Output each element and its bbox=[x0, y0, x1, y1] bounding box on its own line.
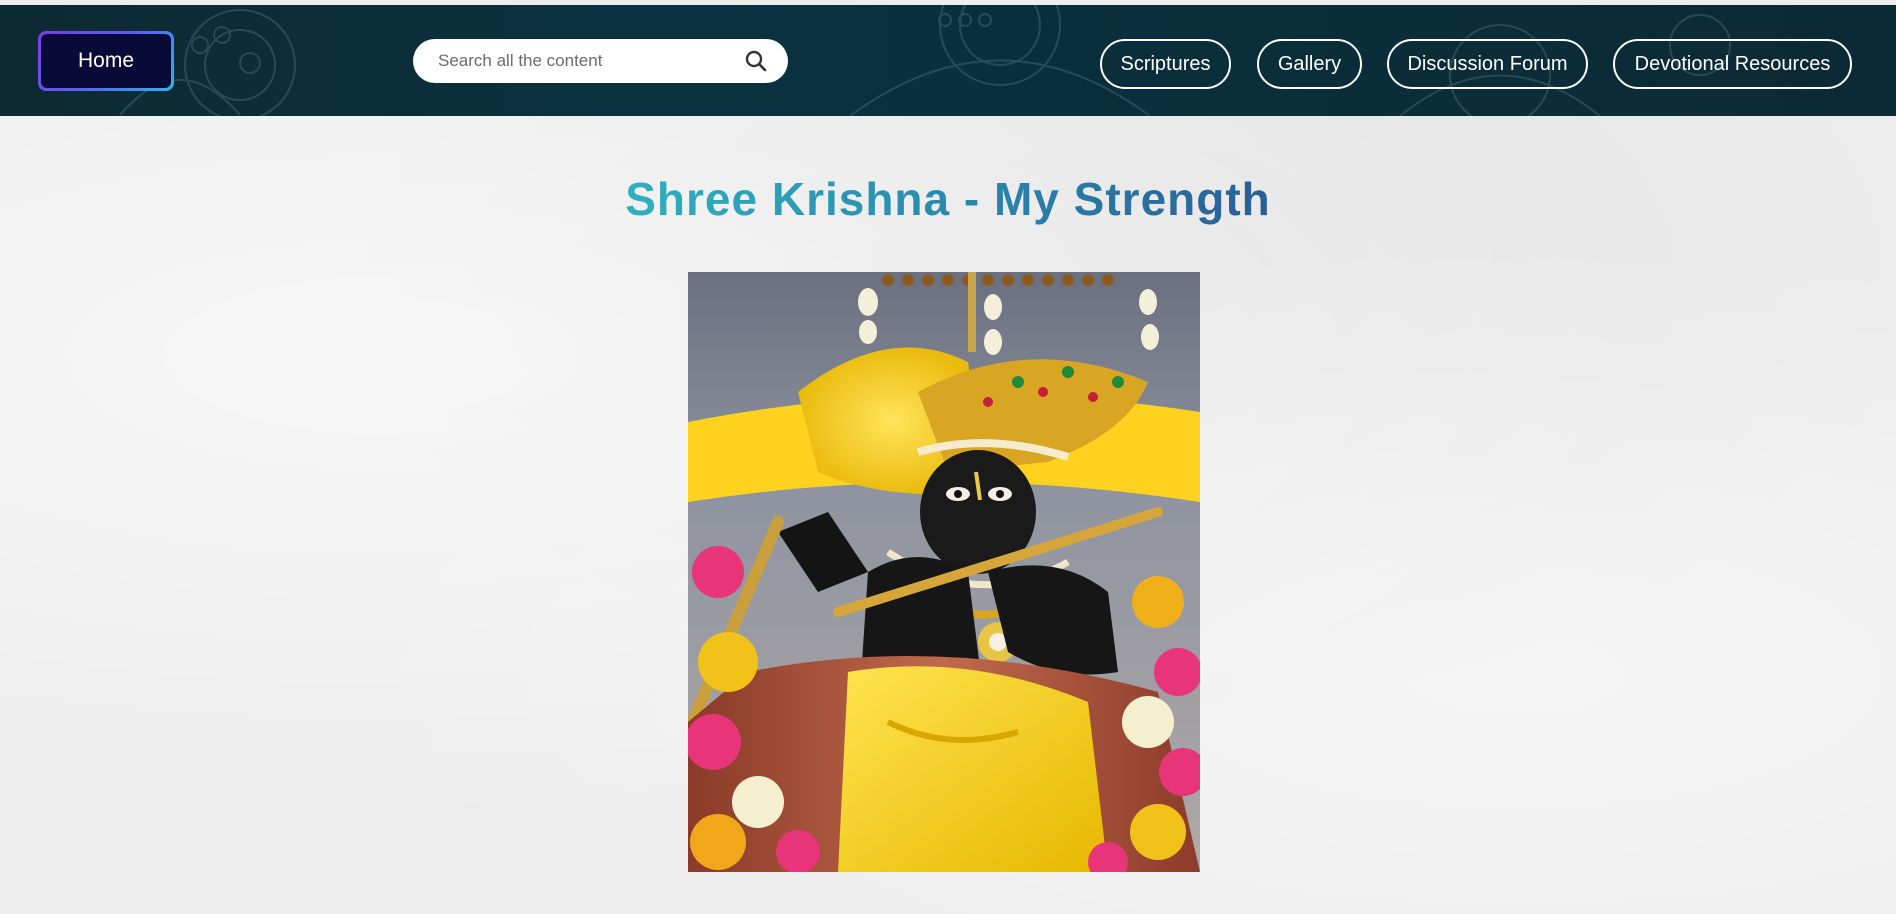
search-icon[interactable] bbox=[744, 49, 768, 73]
home-button-label: Home bbox=[41, 34, 171, 88]
krishna-deity-image bbox=[688, 272, 1200, 872]
nav-devotional-resources-button[interactable]: Devotional Resources bbox=[1613, 39, 1852, 89]
top-navigation-bar: Home Scriptures Gallery Discussion Forum… bbox=[0, 5, 1896, 116]
search-input[interactable] bbox=[438, 51, 744, 71]
nav-discussion-forum-button[interactable]: Discussion Forum bbox=[1387, 39, 1588, 89]
page-title: Shree Krishna - My Strength bbox=[0, 172, 1896, 226]
mandala-pattern-decoration bbox=[119, 5, 1731, 116]
home-button[interactable]: Home bbox=[38, 31, 174, 91]
page-title-text: Shree Krishna - My Strength bbox=[625, 173, 1271, 225]
search-bar bbox=[413, 39, 788, 83]
nav-gallery-button[interactable]: Gallery bbox=[1257, 39, 1362, 89]
nav-scriptures-button[interactable]: Scriptures bbox=[1100, 39, 1231, 89]
